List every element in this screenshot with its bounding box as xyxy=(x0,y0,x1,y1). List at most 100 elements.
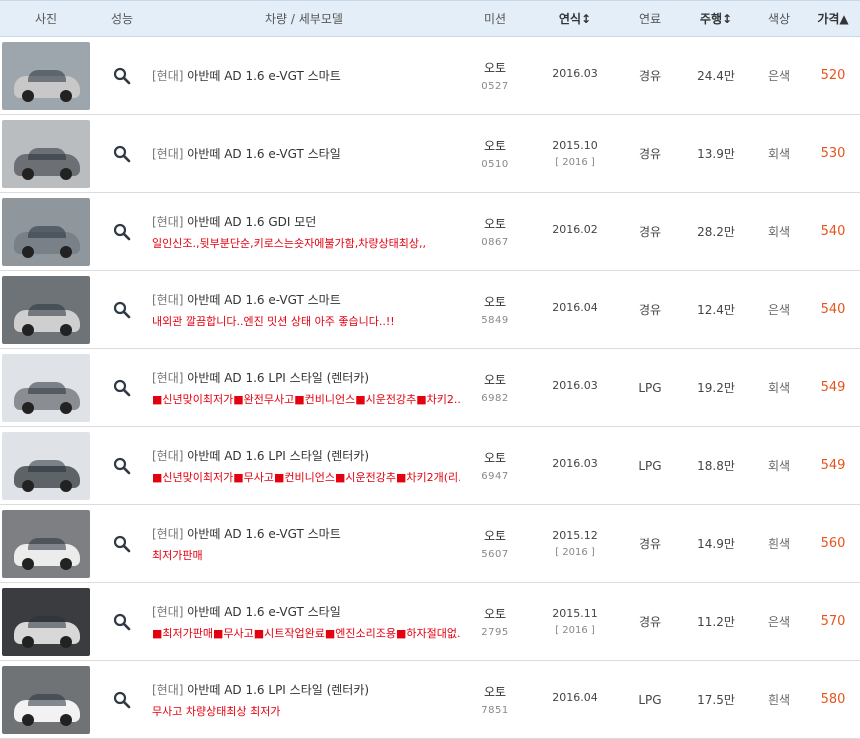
mission-type: 오토 xyxy=(483,529,507,543)
fuel-type: LPG xyxy=(638,458,662,473)
sort-mileage-button[interactable]: 주행↕ xyxy=(680,1,752,36)
car-window-shape xyxy=(28,225,66,238)
car-model-name: 아반떼 AD 1.6 e-VGT 스타일 xyxy=(187,604,341,619)
car-photo-cell xyxy=(0,353,92,422)
car-photo[interactable] xyxy=(2,353,90,422)
car-color: 흰색 xyxy=(767,537,791,551)
car-model-name: 아반떼 AD 1.6 e-VGT 스타일 xyxy=(187,147,341,161)
fuel-type: LPG xyxy=(638,692,662,707)
car-title-link[interactable]: [현대] 아반떼 AD 1.6 LPI 스타일 (렌터카) xyxy=(152,681,460,698)
magnifier-icon[interactable] xyxy=(113,613,131,631)
car-list-row[interactable]: [현대] 아반떼 AD 1.6 e-VGT 스마트 오토 0527 2016.0… xyxy=(0,37,860,115)
car-photo[interactable] xyxy=(2,587,90,656)
model-year: [ 2016 ] xyxy=(555,547,595,558)
car-color: 회색 xyxy=(767,225,791,239)
car-list-row[interactable]: [현대] 아반떼 AD 1.6 e-VGT 스마트 최저가판매 오토 5607 … xyxy=(0,505,860,583)
car-list-row[interactable]: [현대] 아반떼 AD 1.6 GDI 모던 일인신조.,뒷부분단순,키로스는숏… xyxy=(0,193,860,271)
magnifier-icon[interactable] xyxy=(113,535,131,553)
car-price: 520 xyxy=(820,68,846,83)
car-title-link[interactable]: [현대] 아반떼 AD 1.6 e-VGT 스타일 xyxy=(152,603,460,620)
car-list-row[interactable]: [현대] 아반떼 AD 1.6 LPI 스타일 (렌터카) 무사고 차량상태최상… xyxy=(0,661,860,739)
performance-check-cell xyxy=(92,691,152,709)
list-header: 사진 성능 차량 / 세부모델 미션 연식↕ 연료 주행↕ 색상 가격▲ xyxy=(0,0,860,37)
registration-date: 2016.04 xyxy=(552,690,598,704)
car-title-link[interactable]: [현대] 아반떼 AD 1.6 e-VGT 스타일 xyxy=(152,145,460,162)
magnifier-icon[interactable] xyxy=(113,223,131,241)
car-description: 최저가판매 xyxy=(152,548,203,562)
registration-date: 2015.11 xyxy=(552,607,598,620)
magnifier-icon[interactable] xyxy=(113,691,131,709)
car-model-name: 아반떼 AD 1.6 e-VGT 스마트 xyxy=(187,69,341,83)
car-list-row[interactable]: [현대] 아반떼 AD 1.6 LPI 스타일 (렌터카) ■신년맞이최저가■완… xyxy=(0,349,860,427)
mileage: 11.2만 xyxy=(697,615,735,629)
sort-price-button[interactable]: 가격▲ xyxy=(806,1,860,36)
fuel-type: 경유 xyxy=(638,225,662,239)
magnifier-icon[interactable] xyxy=(113,379,131,397)
car-brand: [현대] xyxy=(152,604,184,619)
car-model-name: 아반떼 AD 1.6 GDI 모던 xyxy=(187,214,317,229)
car-title-link[interactable]: [현대] 아반떼 AD 1.6 LPI 스타일 (렌터카) xyxy=(152,369,460,386)
performance-check-cell xyxy=(92,379,152,397)
car-photo-cell xyxy=(0,197,92,266)
car-brand: [현대] xyxy=(152,147,184,161)
mission-cell: 오토 7851 xyxy=(460,683,530,716)
magnifier-icon[interactable] xyxy=(113,145,131,163)
car-list-row[interactable]: [현대] 아반떼 AD 1.6 e-VGT 스타일 오토 0510 2015.1… xyxy=(0,115,860,193)
car-list: [현대] 아반떼 AD 1.6 e-VGT 스마트 오토 0527 2016.0… xyxy=(0,37,860,739)
year-cell: 2016.03 xyxy=(530,457,620,475)
car-window-shape xyxy=(28,381,66,394)
car-photo-cell xyxy=(0,41,92,110)
listing-number: 6947 xyxy=(481,471,509,482)
mileage: 18.8만 xyxy=(697,459,735,473)
car-title-link[interactable]: [현대] 아반떼 AD 1.6 e-VGT 스마트 xyxy=(152,525,460,542)
car-photo[interactable] xyxy=(2,509,90,578)
year-cell: 2016.03 xyxy=(530,379,620,397)
mission-type: 오토 xyxy=(483,607,507,621)
car-photo[interactable] xyxy=(2,119,90,188)
car-description: ■최저가판매■무사고■시트작업완료■엔진소리조용■하자절대없... xyxy=(152,626,460,640)
car-photo[interactable] xyxy=(2,431,90,500)
performance-check-cell xyxy=(92,145,152,163)
car-price: 580 xyxy=(820,692,846,707)
car-brand: [현대] xyxy=(152,526,184,541)
car-title-link[interactable]: [현대] 아반떼 AD 1.6 e-VGT 스마트 xyxy=(152,67,460,84)
car-wheel-shape xyxy=(60,89,72,102)
car-photo[interactable] xyxy=(2,275,90,344)
car-price: 540 xyxy=(820,224,846,239)
car-photo[interactable] xyxy=(2,197,90,266)
car-photo-cell xyxy=(0,665,92,734)
car-window-shape xyxy=(28,615,66,628)
model-cell: [현대] 아반떼 AD 1.6 e-VGT 스마트 최저가판매 xyxy=(152,525,460,563)
car-wheel-shape xyxy=(22,557,34,570)
listing-number: 6982 xyxy=(481,393,509,404)
magnifier-icon[interactable] xyxy=(113,67,131,85)
car-color: 흰색 xyxy=(767,693,791,707)
car-photo[interactable] xyxy=(2,41,90,110)
car-brand: [현대] xyxy=(152,214,184,229)
car-list-row[interactable]: [현대] 아반떼 AD 1.6 LPI 스타일 (렌터카) ■신년맞이최저가■무… xyxy=(0,427,860,505)
header-performance: 성능 xyxy=(110,12,134,26)
car-wheel-shape xyxy=(60,479,72,492)
header-mission: 미션 xyxy=(483,12,507,26)
car-color: 은색 xyxy=(767,615,791,629)
car-price: 530 xyxy=(820,146,846,161)
year-cell: 2016.03 xyxy=(530,67,620,85)
magnifier-icon[interactable] xyxy=(113,457,131,475)
car-title-link[interactable]: [현대] 아반떼 AD 1.6 LPI 스타일 (렌터카) xyxy=(152,447,460,464)
car-title-link[interactable]: [현대] 아반떼 AD 1.6 GDI 모던 xyxy=(152,213,460,230)
year-cell: 2016.04 xyxy=(530,691,620,709)
listing-number: 0867 xyxy=(481,237,509,248)
car-brand: [현대] xyxy=(152,69,184,83)
car-title-link[interactable]: [현대] 아반떼 AD 1.6 e-VGT 스마트 xyxy=(152,291,460,308)
performance-check-cell xyxy=(92,613,152,631)
mission-type: 오토 xyxy=(483,139,507,153)
car-list-row[interactable]: [현대] 아반떼 AD 1.6 e-VGT 스마트 내외관 깔끔합니다..엔진 … xyxy=(0,271,860,349)
car-price: 540 xyxy=(820,302,846,317)
car-photo[interactable] xyxy=(2,665,90,734)
magnifier-icon[interactable] xyxy=(113,301,131,319)
car-photo-cell xyxy=(0,431,92,500)
car-list-row[interactable]: [현대] 아반떼 AD 1.6 e-VGT 스타일 ■최저가판매■무사고■시트작… xyxy=(0,583,860,661)
car-description: ■신년맞이최저가■완전무사고■컨비니언스■시운전강추■차키2... xyxy=(152,392,460,406)
model-cell: [현대] 아반떼 AD 1.6 LPI 스타일 (렌터카) ■신년맞이최저가■무… xyxy=(152,447,460,485)
sort-year-button[interactable]: 연식↕ xyxy=(530,1,620,36)
